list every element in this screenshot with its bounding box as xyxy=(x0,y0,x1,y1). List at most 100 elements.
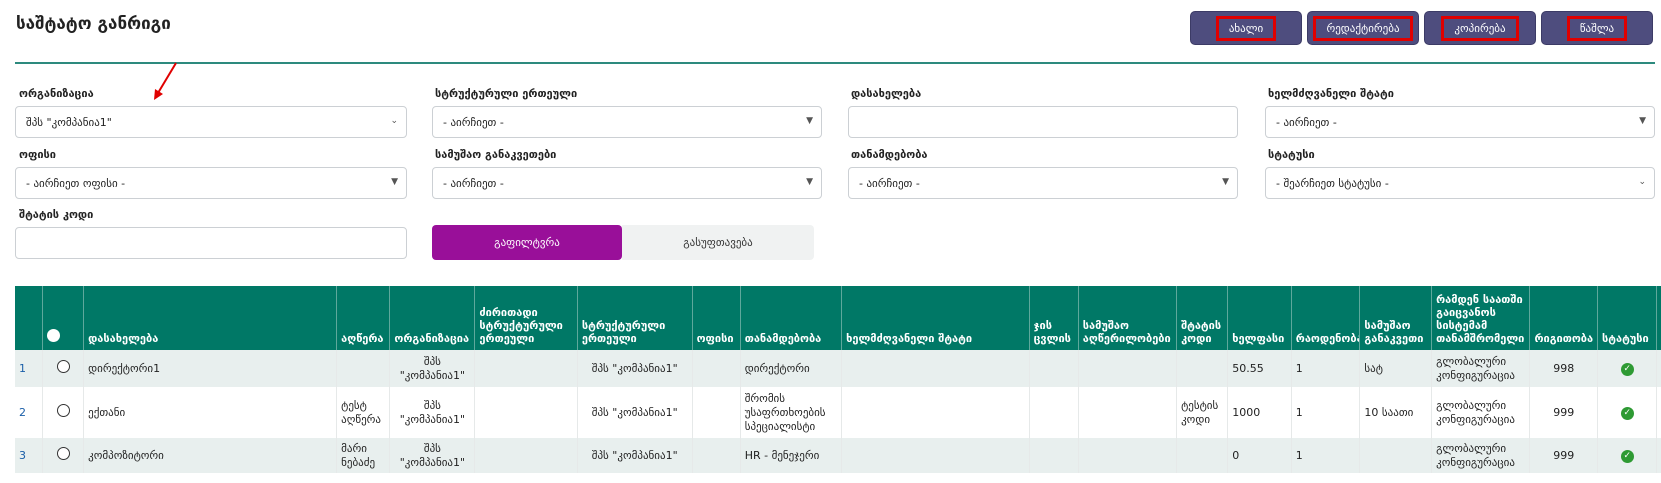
cell-id: 3 xyxy=(1656,387,1661,438)
chevron-down-icon: ⌄ xyxy=(1638,177,1646,187)
cell-job-descriptions xyxy=(1078,387,1178,438)
manager-staff-label: ხელმძღვანელი შტატი xyxy=(1268,87,1394,100)
cell-office xyxy=(692,438,741,473)
structural-unit-select[interactable]: - აირჩიეთ - ▼ xyxy=(432,106,822,138)
row-number: 2 xyxy=(15,387,44,438)
col-name[interactable]: დასახელება xyxy=(83,286,338,350)
caret-down-icon: ▼ xyxy=(806,177,813,187)
cell-quantity: 1 xyxy=(1291,350,1361,387)
cell-position: HR - მენეჯერი xyxy=(740,438,843,473)
row-select[interactable] xyxy=(42,438,85,473)
cell-description: მარი ნებაძე xyxy=(336,438,391,473)
manager-staff-value: - აირჩიეთ - xyxy=(1276,115,1337,129)
manager-staff-select[interactable]: - აირჩიეთ - ▼ xyxy=(1265,106,1655,138)
delete-button[interactable]: წაშლა xyxy=(1541,11,1653,45)
work-schedule-select[interactable]: - აირჩიეთ - ▼ xyxy=(432,167,822,199)
status-select[interactable]: - შეარჩიეთ სტატუსი - ⌄ xyxy=(1265,167,1655,199)
cell-name: ექთანი xyxy=(83,387,338,438)
col-manager-staff[interactable]: ხელმძღვანელი შტატი xyxy=(841,286,1030,350)
table-row[interactable]: 2 ექთანი ტესტ აღწერა შპს "კომპანია1" შპს… xyxy=(15,387,1661,438)
name-label: დასახელება xyxy=(851,87,922,100)
position-select[interactable]: - აირჩიეთ - ▼ xyxy=(848,167,1238,199)
table-row[interactable]: 1 დირექტორი1 შპს "კომპანია1" შპს "კომპან… xyxy=(15,350,1661,387)
cell-job-descriptions xyxy=(1078,350,1178,387)
row-radio[interactable] xyxy=(56,404,70,417)
filter-button[interactable]: გაფილტვრა xyxy=(432,225,622,260)
caret-down-icon: ▼ xyxy=(1222,177,1229,187)
col-status[interactable]: სტატუსი xyxy=(1597,286,1658,350)
copy-button[interactable]: კოპირება xyxy=(1424,11,1536,45)
col-job-descriptions[interactable]: სამუშაო აღწერილობები xyxy=(1078,286,1178,350)
col-select[interactable] xyxy=(42,286,85,350)
col-id[interactable]: ID xyxy=(1656,286,1661,350)
col-work-rate[interactable]: სამუშაო განაკვეთი xyxy=(1359,286,1433,350)
status-value: - შეარჩიეთ სტატუსი - xyxy=(1276,176,1389,190)
row-radio[interactable] xyxy=(56,447,70,460)
row-number: 3 xyxy=(15,438,44,473)
status-label: სტატუსი xyxy=(1268,148,1315,161)
cell-work-rate xyxy=(1359,438,1433,473)
copy-button-label: კოპირება xyxy=(1441,15,1519,41)
cell-staff-code xyxy=(1176,350,1229,387)
row-radio[interactable] xyxy=(56,360,70,373)
cell-main-unit xyxy=(474,350,578,387)
cell-order: 998 xyxy=(1529,350,1599,387)
col-order[interactable]: რიგითობა xyxy=(1529,286,1599,350)
col-quantity[interactable]: რაოდენობა xyxy=(1291,286,1361,350)
staff-code-input[interactable] xyxy=(15,227,407,259)
cell-structural-unit: შპს "კომპანია1" xyxy=(577,387,693,438)
row-select[interactable] xyxy=(42,350,85,387)
table-row[interactable]: 3 კომპოზიტორი მარი ნებაძე შპს "კომპანია1… xyxy=(15,438,1661,473)
cell-main-unit xyxy=(474,387,578,438)
new-button[interactable]: ახალი xyxy=(1190,11,1302,45)
staff-table: დასახელება აღწერა ორგანიზაცია ძირითადი ს… xyxy=(15,286,1661,473)
position-label: თანამდებობა xyxy=(851,148,928,161)
col-main-unit[interactable]: ძირითადი სტრუქტურული ერთეული xyxy=(474,286,578,350)
col-description[interactable]: აღწერა xyxy=(336,286,391,350)
cell-organization: შპს "კომპანია1" xyxy=(389,350,476,387)
cell-staff-code: ტესტის კოდი xyxy=(1176,387,1229,438)
office-label: ოფისი xyxy=(19,148,56,161)
staff-code-label: შტატის კოდი xyxy=(19,208,94,221)
cell-organization: შპს "კომპანია1" xyxy=(389,438,476,473)
col-office[interactable]: ოფისი xyxy=(692,286,741,350)
position-value: - აირჩიეთ - xyxy=(859,176,920,190)
cell-notify: გლობალური კონფიგურაცია xyxy=(1431,438,1531,473)
clear-button[interactable]: გასუფთავება xyxy=(622,225,814,260)
col-notify[interactable]: რამდენ საათში გაიცვანოს სისტემამ თანამშრ… xyxy=(1431,286,1531,350)
cell-manager-staff xyxy=(841,387,1030,438)
cell-status: ✓ xyxy=(1597,438,1658,473)
col-organization[interactable]: ორგანიზაცია xyxy=(389,286,476,350)
cell-position: დირექტორი xyxy=(740,350,843,387)
office-select[interactable]: - აირჩიეთ ოფისი - ▼ xyxy=(15,167,407,199)
structural-unit-label: სტრუქტურული ერთეული xyxy=(435,87,578,100)
organization-select[interactable]: შპს "კომპანია1" ⌄ xyxy=(15,106,407,138)
col-structural-unit[interactable]: სტრუქტურული ერთეული xyxy=(577,286,693,350)
active-check-icon: ✓ xyxy=(1620,450,1634,463)
cell-description xyxy=(336,350,391,387)
cell-staff-code xyxy=(1176,438,1229,473)
cell-salary: 50.55 xyxy=(1227,350,1292,387)
row-select[interactable] xyxy=(42,387,85,438)
edit-button-label: რედაქტირება xyxy=(1313,15,1413,41)
select-all-radio[interactable] xyxy=(47,329,61,342)
col-position[interactable]: თანამდებობა xyxy=(740,286,843,350)
structural-unit-value: - აირჩიეთ - xyxy=(443,115,504,129)
cell-main-unit xyxy=(474,438,578,473)
chevron-down-icon: ⌄ xyxy=(390,116,398,126)
col-shift[interactable]: ჯის ცვლის xyxy=(1029,286,1079,350)
cell-order: 999 xyxy=(1529,438,1599,473)
edit-button[interactable]: რედაქტირება xyxy=(1307,11,1419,45)
active-check-icon: ✓ xyxy=(1620,363,1634,376)
active-check-icon: ✓ xyxy=(1620,407,1634,420)
cell-name: დირექტორი1 xyxy=(83,350,338,387)
cell-organization: შპს "კომპანია1" xyxy=(389,387,476,438)
table-header-row: დასახელება აღწერა ორგანიზაცია ძირითადი ს… xyxy=(15,286,1661,350)
cell-notify: გლობალური კონფიგურაცია xyxy=(1431,350,1531,387)
name-input[interactable] xyxy=(848,106,1238,138)
cell-quantity: 1 xyxy=(1291,438,1361,473)
col-salary[interactable]: ხელფასი xyxy=(1227,286,1292,350)
cell-office xyxy=(692,350,741,387)
cell-job-descriptions xyxy=(1078,438,1178,473)
col-staff-code[interactable]: შტატის კოდი xyxy=(1176,286,1229,350)
